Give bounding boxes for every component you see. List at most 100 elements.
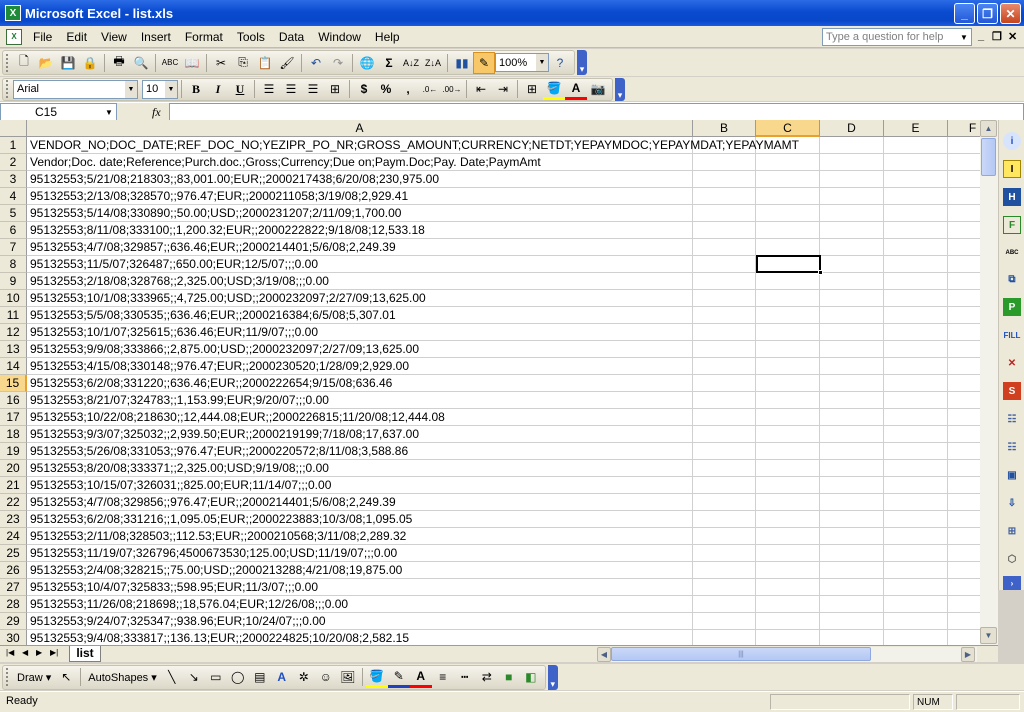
active-cell-c15[interactable]: [756, 255, 821, 273]
menu-edit[interactable]: Edit: [59, 27, 94, 47]
info-icon[interactable]: i: [1003, 132, 1021, 150]
sort-ascending-icon[interactable]: A↓Z: [400, 52, 422, 74]
cell-a14[interactable]: 95132553;4/15/08;330148;;976.47;EUR;;200…: [30, 358, 409, 375]
fill-icon[interactable]: FILL: [1003, 326, 1021, 344]
cell-a28[interactable]: 95132553;11/26/08;218698;;18,576.04;EUR;…: [30, 596, 348, 613]
cell-a26[interactable]: 95132553;2/4/08;328215;;75.00;USD;;20002…: [30, 562, 402, 579]
decrease-decimal-icon[interactable]: .00→: [441, 78, 463, 100]
insert-rows-icon[interactable]: ☷: [1003, 410, 1021, 428]
cell-a12[interactable]: 95132553;10/1/07;325615;;636.46;EUR;11/9…: [30, 324, 318, 341]
last-sheet-icon[interactable]: ▶|: [50, 648, 58, 657]
row-header-16[interactable]: 16: [0, 392, 27, 409]
copy-icon[interactable]: ⎘: [232, 52, 254, 74]
chart-wizard-icon[interactable]: ▮▮: [451, 52, 473, 74]
menu-window[interactable]: Window: [311, 27, 368, 47]
row-header-19[interactable]: 19: [0, 443, 27, 460]
print-preview-icon[interactable]: 🔍: [130, 52, 152, 74]
row-header-14[interactable]: 14: [0, 358, 27, 375]
row-header-12[interactable]: 12: [0, 324, 27, 341]
window-pane-icon[interactable]: ▣: [1003, 466, 1021, 484]
font-size-dropdown-icon[interactable]: ▼: [165, 80, 177, 98]
copy-pane-icon[interactable]: ⧉: [1003, 270, 1021, 288]
row-header-8[interactable]: 8: [0, 256, 27, 273]
font-size-select[interactable]: 10 ▼: [142, 79, 178, 99]
vertical-scrollbar[interactable]: ▲ ▼: [980, 120, 998, 645]
font-name-select[interactable]: Arial ▼: [13, 79, 138, 99]
cell-a8[interactable]: 95132553;11/5/07;326487;;650.00;EUR;12/5…: [30, 256, 318, 273]
cell-a13[interactable]: 95132553;9/9/08;333866;;2,875.00;USD;;20…: [30, 341, 419, 358]
spelling-icon[interactable]: ABC: [159, 52, 181, 74]
format-painter-icon[interactable]: 🖌: [276, 52, 298, 74]
font-color-icon[interactable]: A: [565, 78, 587, 100]
menu-format[interactable]: Format: [178, 27, 230, 47]
scroll-left-icon[interactable]: ◀: [597, 647, 611, 662]
select-objects-icon[interactable]: ↖: [55, 666, 77, 688]
paste-pane-icon[interactable]: P: [1003, 298, 1021, 316]
cell-a19[interactable]: 95132553;5/26/08;331053;;976.47;EUR;;200…: [30, 443, 408, 460]
toolbar-options-icon[interactable]: ▾: [615, 77, 625, 101]
close-button[interactable]: ✕: [1000, 3, 1021, 24]
doc-minimize-button[interactable]: _: [978, 30, 984, 42]
align-center-icon[interactable]: ☰: [280, 78, 302, 100]
column-header-e[interactable]: E: [884, 120, 948, 137]
zoom-dropdown-icon[interactable]: ▼: [536, 54, 548, 71]
cell-a7[interactable]: 95132553;4/7/08;329857;;636.46;EUR;;2000…: [30, 239, 396, 256]
toolbar-options-icon[interactable]: ▾: [577, 50, 587, 75]
fill-color-draw-icon[interactable]: 🪣: [365, 666, 388, 688]
research-icon[interactable]: 📖: [181, 52, 203, 74]
menu-help[interactable]: Help: [368, 27, 407, 47]
cell-a4[interactable]: 95132553;2/13/08;328570;;976.47;EUR;;200…: [30, 188, 408, 205]
bold-icon[interactable]: B: [185, 78, 207, 100]
arrow-style-icon[interactable]: ⇄: [476, 666, 498, 688]
column-header-c[interactable]: C: [756, 120, 820, 137]
cell-a25[interactable]: 95132553;11/19/07;326796;4500673530;125.…: [30, 545, 397, 562]
decrease-indent-icon[interactable]: ⇤: [470, 78, 492, 100]
first-sheet-icon[interactable]: |◀: [6, 648, 14, 657]
sheet-tab-list[interactable]: list: [69, 646, 101, 662]
cell-a1[interactable]: VENDOR_NO;DOC_DATE;REF_DOC_NO;YEZIPR_PO_…: [30, 137, 799, 154]
pane-options-icon[interactable]: ›: [1003, 576, 1021, 590]
cell-a22[interactable]: 95132553;4/7/08;329856;;976.47;EUR;;2000…: [30, 494, 396, 511]
camera-icon[interactable]: 📷: [587, 78, 609, 100]
help-icon[interactable]: ?: [549, 52, 571, 74]
cell-a23[interactable]: 95132553;6/2/08;331216;;1,095.05;EUR;;20…: [30, 511, 412, 528]
toolbar-options-icon[interactable]: ▾: [547, 664, 558, 690]
menu-insert[interactable]: Insert: [134, 27, 178, 47]
row-header-4[interactable]: 4: [0, 188, 27, 205]
oval-icon[interactable]: ◯: [227, 666, 249, 688]
increase-indent-icon[interactable]: ⇥: [492, 78, 514, 100]
row-header-21[interactable]: 21: [0, 477, 27, 494]
row-header-28[interactable]: 28: [0, 596, 27, 613]
align-left-icon[interactable]: ☰: [258, 78, 280, 100]
cell-a9[interactable]: 95132553;2/18/08;328768;;2,325.00;USD;3/…: [30, 273, 329, 290]
fill-handle[interactable]: [818, 270, 823, 275]
formula-icon[interactable]: F: [1003, 216, 1021, 234]
cell-a24[interactable]: 95132553;2/11/08;328503;;112.53;EUR;;200…: [30, 528, 406, 545]
fill-color-icon[interactable]: 🪣: [543, 78, 565, 100]
cell-a17[interactable]: 95132553;10/22/08;218630;;12,444.08;EUR;…: [30, 409, 445, 426]
row-header-9[interactable]: 9: [0, 273, 27, 290]
scroll-up-icon[interactable]: ▲: [980, 120, 997, 137]
cell-a20[interactable]: 95132553;8/20/08;333371;;2,325.00;USD;9/…: [30, 460, 329, 477]
draw-menu[interactable]: Draw ▾: [13, 671, 55, 684]
comma-style-icon[interactable]: ,: [397, 78, 419, 100]
name-box[interactable]: C15 ▼: [0, 103, 117, 121]
row-header-11[interactable]: 11: [0, 307, 27, 324]
cell-a16[interactable]: 95132553;8/21/07;324783;;1,153.99;EUR;9/…: [30, 392, 329, 409]
cell-a15[interactable]: 95132553;6/2/08;331220;;636.46;EUR;;2000…: [30, 375, 392, 392]
cell-a6[interactable]: 95132553;8/11/08;333100;;1,200.32;EUR;;2…: [30, 222, 425, 239]
autosum-icon[interactable]: Σ: [378, 52, 400, 74]
hyperlink-icon[interactable]: 🌐: [356, 52, 378, 74]
spellcheck-icon[interactable]: ABC: [1003, 244, 1021, 262]
row-header-17[interactable]: 17: [0, 409, 27, 426]
cell-a21[interactable]: 95132553;10/15/07;326031;;825.00;EUR;11/…: [30, 477, 331, 494]
cell-a11[interactable]: 95132553;5/5/08;330535;;636.46;EUR;;2000…: [30, 307, 396, 324]
insert-function-icon[interactable]: fx: [152, 105, 161, 120]
menu-data[interactable]: Data: [272, 27, 311, 47]
picture-icon[interactable]: 🖼: [337, 666, 359, 688]
cell-a3[interactable]: 95132553;5/21/08;218303;;83,001.00;EUR;;…: [30, 171, 439, 188]
row-header-30[interactable]: 30: [0, 630, 27, 645]
row-header-10[interactable]: 10: [0, 290, 27, 307]
line-style-icon[interactable]: ≡: [432, 666, 454, 688]
row-header-18[interactable]: 18: [0, 426, 27, 443]
